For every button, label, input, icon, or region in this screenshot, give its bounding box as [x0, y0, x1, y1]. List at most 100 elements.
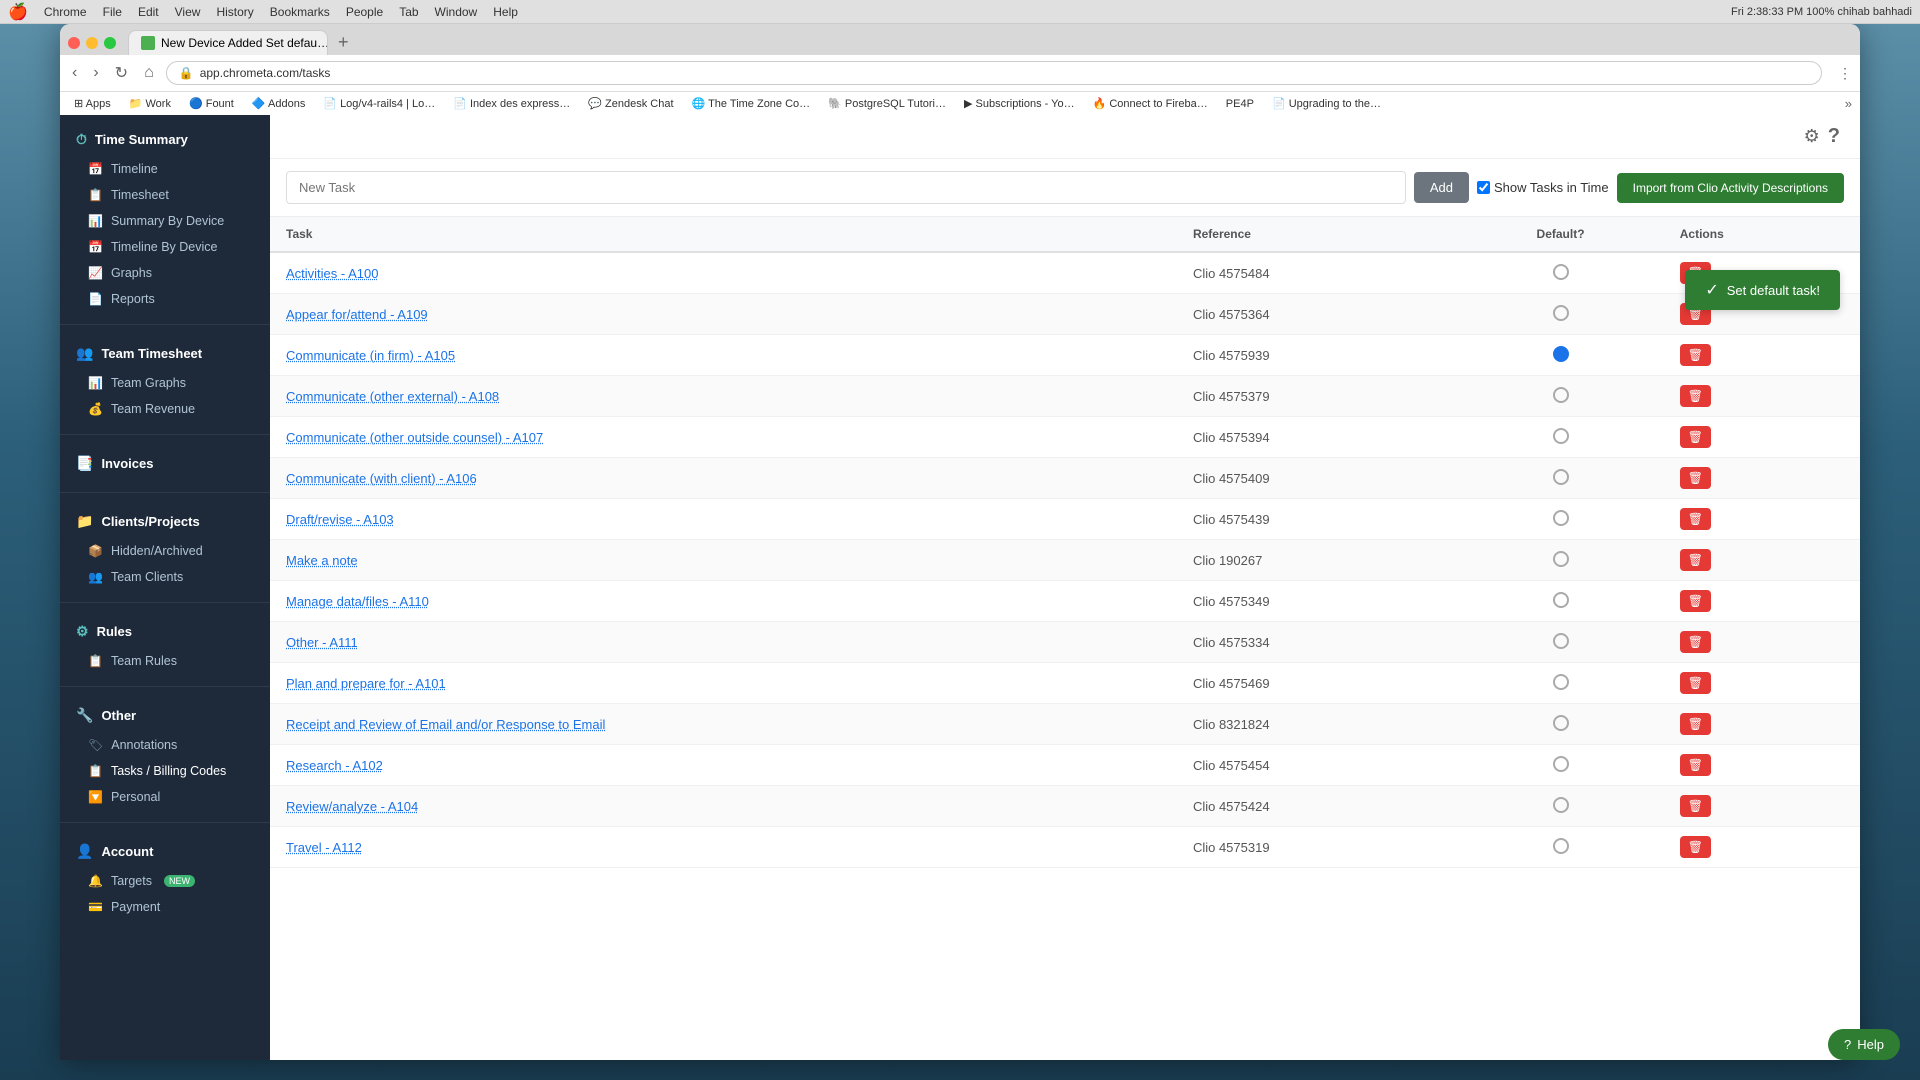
menu-bookmarks[interactable]: Bookmarks: [270, 5, 330, 19]
task-link[interactable]: Plan and prepare for - A101: [286, 676, 446, 691]
default-cell[interactable]: [1457, 745, 1663, 786]
extensions-button[interactable]: ⋮: [1838, 65, 1852, 82]
menu-view[interactable]: View: [175, 5, 201, 19]
delete-button[interactable]: 🗑: [1680, 631, 1711, 653]
home-button[interactable]: ⌂: [140, 62, 158, 84]
default-radio[interactable]: [1553, 305, 1569, 321]
default-cell[interactable]: [1457, 622, 1663, 663]
sidebar-header-invoices[interactable]: 📑 Invoices: [60, 447, 270, 480]
task-link[interactable]: Communicate (in firm) - A105: [286, 348, 455, 363]
task-link[interactable]: Activities - A100: [286, 266, 379, 281]
task-link[interactable]: Manage data/files - A110: [286, 594, 429, 609]
default-cell[interactable]: [1457, 663, 1663, 704]
default-radio[interactable]: [1553, 592, 1569, 608]
default-cell[interactable]: [1457, 458, 1663, 499]
task-link[interactable]: Communicate (other outside counsel) - A1…: [286, 430, 543, 445]
forward-button[interactable]: ›: [89, 62, 102, 84]
default-radio[interactable]: [1553, 715, 1569, 731]
default-cell[interactable]: [1457, 540, 1663, 581]
delete-button[interactable]: 🗑: [1680, 672, 1711, 694]
add-button[interactable]: Add: [1414, 172, 1469, 203]
delete-button[interactable]: 🗑: [1680, 713, 1711, 735]
sidebar-item-tasks-billing[interactable]: 📋 Tasks / Billing Codes: [60, 758, 270, 784]
sidebar-item-team-clients[interactable]: 👥 Team Clients: [60, 564, 270, 590]
sidebar-item-targets[interactable]: 🔔 Targets NEW: [60, 868, 270, 894]
bookmark-postgresql[interactable]: 🐘 PostgreSQL Tutori…: [822, 95, 952, 112]
sidebar-item-team-revenue[interactable]: 💰 Team Revenue: [60, 396, 270, 422]
menu-window[interactable]: Window: [435, 5, 478, 19]
menu-file[interactable]: File: [103, 5, 122, 19]
bookmark-log[interactable]: 📄 Log/v4-rails4 | Lo…: [317, 95, 441, 112]
sidebar-header-time-summary[interactable]: ⏱ Time Summary: [60, 123, 270, 156]
bookmark-firebase[interactable]: 🔥 Connect to Fireba…: [1087, 95, 1214, 112]
sidebar-header-rules[interactable]: ⚙ Rules: [60, 615, 270, 648]
default-radio[interactable]: [1553, 674, 1569, 690]
settings-button[interactable]: ⚙: [1804, 126, 1820, 147]
task-link[interactable]: Travel - A112: [286, 840, 362, 855]
new-tab-button[interactable]: +: [332, 32, 355, 53]
delete-button[interactable]: 🗑: [1680, 836, 1711, 858]
maximize-window-button[interactable]: [104, 37, 116, 49]
sidebar-header-clients[interactable]: 📁 Clients/Projects: [60, 505, 270, 538]
default-cell[interactable]: [1457, 827, 1663, 868]
delete-button[interactable]: 🗑: [1680, 590, 1711, 612]
default-radio[interactable]: [1553, 264, 1569, 280]
sidebar-item-team-rules[interactable]: 📋 Team Rules: [60, 648, 270, 674]
default-radio[interactable]: [1553, 838, 1569, 854]
menu-people[interactable]: People: [346, 5, 383, 19]
sidebar-item-team-graphs[interactable]: 📊 Team Graphs: [60, 370, 270, 396]
bookmark-timezone[interactable]: 🌐 The Time Zone Co…: [686, 95, 817, 112]
minimize-window-button[interactable]: [86, 37, 98, 49]
task-link[interactable]: Appear for/attend - A109: [286, 307, 428, 322]
delete-button[interactable]: 🗑: [1680, 426, 1711, 448]
default-radio[interactable]: [1553, 551, 1569, 567]
default-cell[interactable]: [1457, 335, 1663, 376]
delete-button[interactable]: 🗑: [1680, 508, 1711, 530]
bookmark-addons[interactable]: 🔷 Addons: [246, 95, 311, 112]
sidebar-item-annotations[interactable]: 🏷 Annotations: [60, 732, 270, 758]
sidebar-item-timeline[interactable]: 📅 Timeline: [60, 156, 270, 182]
sidebar-header-account[interactable]: 👤 Account: [60, 835, 270, 868]
task-link[interactable]: Research - A102: [286, 758, 383, 773]
default-cell[interactable]: [1457, 499, 1663, 540]
sidebar-item-payment[interactable]: 💳 Payment: [60, 894, 270, 920]
delete-button[interactable]: 🗑: [1680, 344, 1711, 366]
task-link[interactable]: Communicate (with client) - A106: [286, 471, 477, 486]
sidebar-item-graphs[interactable]: 📈 Graphs: [60, 260, 270, 286]
delete-button[interactable]: 🗑: [1680, 795, 1711, 817]
close-window-button[interactable]: [68, 37, 80, 49]
default-radio[interactable]: [1553, 469, 1569, 485]
back-button[interactable]: ‹: [68, 62, 81, 84]
delete-button[interactable]: 🗑: [1680, 385, 1711, 407]
menu-tab[interactable]: Tab: [399, 5, 418, 19]
sidebar-item-timesheet[interactable]: 📋 Timesheet: [60, 182, 270, 208]
bookmark-pe4p[interactable]: PE4P: [1220, 96, 1260, 112]
default-cell[interactable]: [1457, 417, 1663, 458]
sidebar-item-timeline-by-device[interactable]: 📅 Timeline By Device: [60, 234, 270, 260]
bookmark-apps[interactable]: ⊞ Apps: [68, 95, 117, 112]
default-radio[interactable]: [1553, 428, 1569, 444]
default-cell[interactable]: [1457, 786, 1663, 827]
task-link[interactable]: Review/analyze - A104: [286, 799, 418, 814]
default-cell[interactable]: [1457, 581, 1663, 622]
task-link[interactable]: Draft/revise - A103: [286, 512, 394, 527]
default-cell[interactable]: [1457, 252, 1663, 294]
menu-chrome[interactable]: Chrome: [44, 5, 87, 19]
bookmark-fount[interactable]: 🔵 Fount: [183, 95, 240, 112]
bookmark-work[interactable]: 📁 Work: [123, 95, 177, 112]
task-link[interactable]: Make a note: [286, 553, 358, 568]
import-button[interactable]: Import from Clio Activity Descriptions: [1617, 173, 1844, 203]
help-button[interactable]: ? Help: [1828, 1029, 1900, 1060]
active-tab[interactable]: New Device Added Set defau… ✕: [128, 30, 328, 55]
url-bar[interactable]: 🔒 app.chrometa.com/tasks: [166, 61, 1822, 85]
default-cell[interactable]: [1457, 376, 1663, 417]
sidebar-header-other[interactable]: 🔧 Other: [60, 699, 270, 732]
default-radio[interactable]: [1553, 756, 1569, 772]
default-cell[interactable]: [1457, 294, 1663, 335]
task-link[interactable]: Receipt and Review of Email and/or Respo…: [286, 717, 605, 732]
bookmark-zendesk[interactable]: 💬 Zendesk Chat: [582, 95, 679, 112]
reload-button[interactable]: ↻: [111, 61, 132, 85]
default-radio[interactable]: [1553, 633, 1569, 649]
show-tasks-checkbox[interactable]: [1477, 181, 1490, 194]
sidebar-item-summary-by-device[interactable]: 📊 Summary By Device: [60, 208, 270, 234]
